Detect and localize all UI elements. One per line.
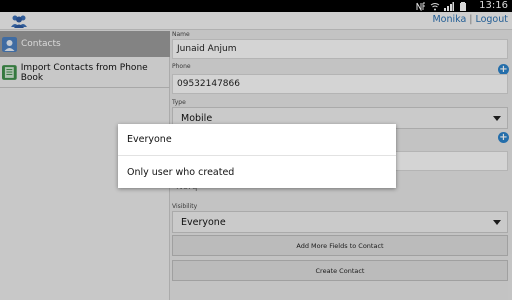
option-only-user-who-created[interactable]: Only user who created	[118, 156, 396, 188]
option-everyone[interactable]: Everyone	[118, 124, 396, 156]
visibility-options-dialog: Everyone Only user who created	[118, 124, 396, 188]
